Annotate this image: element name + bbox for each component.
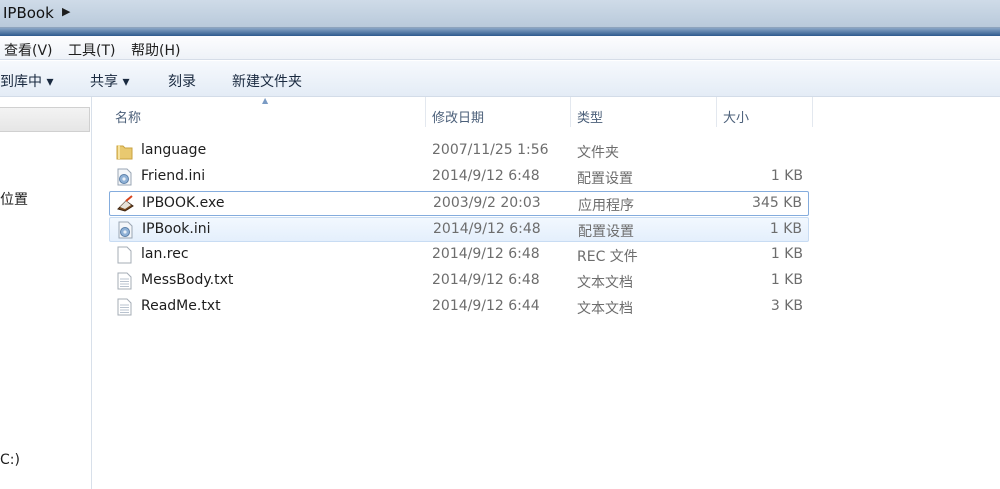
file-row[interactable]: IPBOOK.exe 2003/9/2 20:03 应用程序 345 KB xyxy=(109,191,809,216)
file-size: 1 KB xyxy=(770,272,803,288)
column-name[interactable]: 名称 xyxy=(115,107,141,126)
file-row[interactable]: language 2007/11/25 1:56 文件夹 xyxy=(109,139,809,164)
menu-bar: 查看(V) 工具(T) 帮助(H) xyxy=(0,36,1000,60)
column-type[interactable]: 类型 xyxy=(577,107,603,126)
file-row[interactable]: IPBook.ini 2014/9/12 6:48 配置设置 1 KB xyxy=(109,217,809,242)
column-header: 名称 修改日期 类型 大小 xyxy=(93,97,1000,129)
menu-view[interactable]: 查看(V) xyxy=(4,40,53,60)
file-date: 2003/9/2 20:03 xyxy=(433,195,541,211)
file-name: ReadMe.txt xyxy=(141,298,221,314)
navigation-pane: 位置 C:) xyxy=(0,97,92,489)
file-date: 2007/11/25 1:56 xyxy=(432,142,549,158)
file-type: 配置设置 xyxy=(577,171,633,187)
config-icon xyxy=(116,168,133,186)
app-icon xyxy=(117,195,134,213)
breadcrumb-ipbook[interactable]: IPBook xyxy=(3,4,54,22)
file-name: MessBody.txt xyxy=(141,272,234,288)
window-frame xyxy=(0,28,1000,36)
file-date: 2014/9/12 6:48 xyxy=(432,246,540,262)
column-date[interactable]: 修改日期 xyxy=(432,107,484,126)
file-size: 345 KB xyxy=(752,195,802,211)
column-divider[interactable] xyxy=(716,97,717,127)
column-divider[interactable] xyxy=(812,97,813,127)
file-date: 2014/9/12 6:48 xyxy=(432,168,540,184)
selected-nav-item[interactable] xyxy=(0,107,90,132)
burn-button[interactable]: 刻录 xyxy=(168,71,196,91)
include-in-library-button[interactable]: 到库中 ▾ xyxy=(0,71,53,91)
file-size: 1 KB xyxy=(769,221,802,237)
column-divider[interactable] xyxy=(425,97,426,127)
address-bar[interactable]: IPBook ▶ xyxy=(0,0,1000,28)
nav-item-location[interactable]: 位置 xyxy=(0,189,28,209)
file-name: language xyxy=(141,142,207,158)
text-icon xyxy=(116,272,133,290)
file-size: 1 KB xyxy=(770,246,803,262)
menu-tools[interactable]: 工具(T) xyxy=(68,40,115,60)
file-row[interactable]: MessBody.txt 2014/9/12 6:48 文本文档 1 KB xyxy=(109,269,809,294)
file-date: 2014/9/12 6:48 xyxy=(433,221,541,237)
file-size: 1 KB xyxy=(770,168,803,184)
nav-item-drive-c[interactable]: C:) xyxy=(0,452,20,468)
command-bar: 到库中 ▾ 共享 ▾ 刻录 新建文件夹 xyxy=(0,61,1000,97)
file-name: IPBook.ini xyxy=(142,221,211,237)
file-date: 2014/9/12 6:44 xyxy=(432,298,540,314)
file-row[interactable]: Friend.ini 2014/9/12 6:48 配置设置 1 KB xyxy=(109,165,809,190)
file-type: 文件夹 xyxy=(577,145,619,161)
share-button[interactable]: 共享 ▾ xyxy=(90,71,129,91)
new-folder-button[interactable]: 新建文件夹 xyxy=(232,71,302,91)
text-icon xyxy=(116,298,133,316)
breadcrumb-arrow-icon[interactable]: ▶ xyxy=(62,5,70,18)
column-divider[interactable] xyxy=(570,97,571,127)
file-icon xyxy=(116,246,133,264)
file-size: 3 KB xyxy=(770,298,803,314)
file-type: 文本文档 xyxy=(577,275,633,291)
config-icon xyxy=(117,221,134,239)
file-name: lan.rec xyxy=(141,246,189,262)
file-row[interactable]: lan.rec 2014/9/12 6:48 REC 文件 1 KB xyxy=(109,243,809,268)
file-date: 2014/9/12 6:48 xyxy=(432,272,540,288)
menu-help[interactable]: 帮助(H) xyxy=(131,40,180,60)
column-size[interactable]: 大小 xyxy=(723,107,749,126)
file-name: IPBOOK.exe xyxy=(142,195,225,211)
file-type: 文本文档 xyxy=(577,301,633,317)
folder-icon xyxy=(116,142,133,160)
file-type: 配置设置 xyxy=(578,224,634,240)
file-type: 应用程序 xyxy=(578,198,634,214)
file-type: REC 文件 xyxy=(577,249,638,265)
file-name: Friend.ini xyxy=(141,168,206,184)
file-row[interactable]: ReadMe.txt 2014/9/12 6:44 文本文档 3 KB xyxy=(109,295,809,320)
